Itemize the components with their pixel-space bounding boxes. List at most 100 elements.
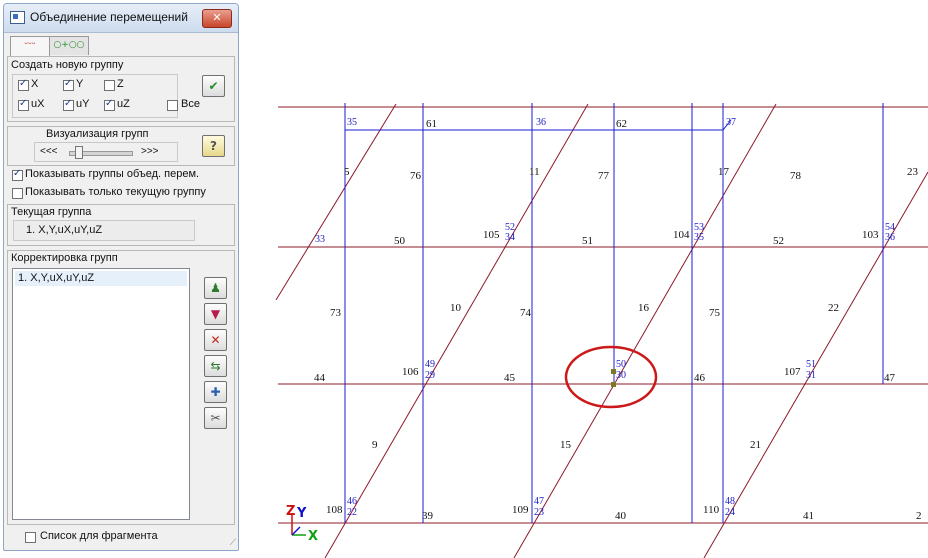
checkbox-y[interactable] bbox=[63, 78, 74, 91]
help-button[interactable]: ? bbox=[202, 135, 225, 157]
displacement-union-dialog: Объединение перемещений ✕ ᵕᵕᵕ ○+○○ Созда… bbox=[3, 3, 239, 551]
structural-model-view[interactable]: 61 62 5 76 11 77 17 78 23 50 105 51 104 … bbox=[270, 95, 928, 558]
member-label: 22 bbox=[828, 302, 839, 314]
member-label: 46 bbox=[694, 372, 706, 384]
member-label: 75 bbox=[709, 307, 721, 319]
axis-triad: Z Y X bbox=[286, 504, 318, 544]
tab-nodes[interactable]: ○+○○ bbox=[49, 36, 89, 55]
brush-icon[interactable]: ♟ bbox=[204, 277, 227, 299]
member-label: 105 bbox=[483, 229, 500, 241]
member-label: 9 bbox=[372, 439, 378, 451]
node-label: 33 bbox=[315, 234, 325, 245]
show-current-only-checkbox[interactable] bbox=[12, 188, 23, 199]
edit-icon[interactable]: ✂ bbox=[204, 407, 227, 429]
current-group-value: 1. X,Y,uX,uY,uZ bbox=[26, 224, 103, 236]
show-groups-checkbox[interactable] bbox=[12, 168, 23, 181]
node-label: 37 bbox=[726, 117, 736, 128]
checkbox-x[interactable] bbox=[18, 78, 29, 91]
fragment-list-checkbox[interactable] bbox=[25, 532, 36, 543]
current-group-field[interactable]: 1. X,Y,uX,uY,uZ bbox=[13, 220, 195, 241]
member-label: 11 bbox=[529, 166, 540, 178]
node-label: 36 bbox=[536, 117, 546, 128]
diagonal-line[interactable] bbox=[324, 103, 589, 558]
member-label: 45 bbox=[504, 372, 516, 384]
resize-grip-icon[interactable]: ⟋ bbox=[230, 538, 236, 548]
checkbox-all[interactable] bbox=[167, 100, 178, 111]
member-label: 73 bbox=[330, 307, 342, 319]
close-button[interactable]: ✕ bbox=[202, 9, 232, 28]
app-icon bbox=[10, 11, 25, 24]
y-axis-line bbox=[291, 526, 301, 536]
member-label: 39 bbox=[422, 510, 434, 522]
member-label: 74 bbox=[520, 307, 532, 319]
delete-icon[interactable]: ✕ bbox=[204, 329, 227, 351]
member-label: 76 bbox=[410, 170, 422, 182]
member-label: 110 bbox=[703, 504, 720, 516]
node-label: 23 bbox=[534, 507, 544, 518]
dialog-titlebar[interactable]: Объединение перемещений ✕ bbox=[4, 4, 238, 33]
member-label: 47 bbox=[884, 372, 896, 384]
member-labels: 61 62 5 76 11 77 17 78 23 50 105 51 104 … bbox=[314, 118, 922, 522]
checkbox-uy[interactable] bbox=[63, 98, 74, 111]
node-label: 51 bbox=[806, 359, 816, 370]
checkbox-all-label: Все bbox=[181, 98, 200, 110]
member-label: 51 bbox=[582, 235, 593, 247]
checkbox-ux-label: uX bbox=[31, 98, 45, 110]
checkbox-ux[interactable] bbox=[18, 98, 29, 111]
member-label: 77 bbox=[598, 170, 610, 182]
checkbox-x-label: X bbox=[31, 78, 39, 90]
axis-z-label: Z bbox=[286, 504, 295, 519]
node-label: 50 bbox=[616, 359, 626, 370]
member-label: 52 bbox=[773, 235, 784, 247]
node-label: 22 bbox=[347, 507, 357, 518]
slider-left-label[interactable]: <<< bbox=[40, 146, 58, 157]
highlight-circle bbox=[564, 345, 658, 409]
node-label: 30 bbox=[616, 370, 626, 381]
apply-checkmark-icon[interactable]: ✔ bbox=[202, 75, 225, 97]
diagonal-line[interactable] bbox=[275, 103, 397, 301]
checkbox-z-label: Z bbox=[117, 78, 124, 90]
member-label: 103 bbox=[862, 229, 879, 241]
checkbox-z[interactable] bbox=[104, 80, 115, 91]
move-icon[interactable]: ⇆ bbox=[204, 355, 227, 377]
node-label: 46 bbox=[347, 496, 357, 507]
member-label: 62 bbox=[616, 118, 627, 130]
member-label: 21 bbox=[750, 439, 761, 451]
node-label: 35 bbox=[347, 117, 357, 128]
dialog-title: Объединение перемещений bbox=[30, 10, 188, 24]
list-item[interactable]: 1. X,Y,uX,uY,uZ bbox=[15, 271, 187, 286]
create-group-title: Создать новую группу bbox=[11, 59, 124, 71]
node-label: 34 bbox=[505, 232, 515, 243]
checkbox-uz[interactable] bbox=[104, 98, 115, 111]
fragment-list-label: Список для фрагмента bbox=[40, 530, 158, 542]
checkbox-uy-label: uY bbox=[76, 98, 90, 110]
member-label: 107 bbox=[784, 366, 801, 378]
edit-groups-panel: Корректировка групп 1. X,Y,uX,uY,uZ ♟ ▼ … bbox=[7, 250, 235, 525]
node-label: 48 bbox=[725, 496, 735, 507]
current-group-panel: Текущая группа 1. X,Y,uX,uY,uZ bbox=[7, 204, 235, 246]
node-label: 31 bbox=[806, 370, 816, 381]
member-label: 106 bbox=[402, 366, 419, 378]
groups-list[interactable]: 1. X,Y,uX,uY,uZ bbox=[12, 268, 190, 520]
member-label: 17 bbox=[718, 166, 730, 178]
slider-right-label[interactable]: >>> bbox=[141, 146, 159, 157]
node-marker[interactable] bbox=[611, 369, 616, 374]
visualization-panel: Визуализация групп <<< >>> ? bbox=[7, 126, 235, 166]
visualization-slider-box: <<< >>> bbox=[34, 142, 178, 162]
current-group-title: Текущая группа bbox=[11, 206, 92, 218]
member-label: 23 bbox=[907, 166, 919, 178]
member-label: 78 bbox=[790, 170, 802, 182]
show-current-only-label: Показывать только текущую группу bbox=[25, 186, 206, 198]
add-icon[interactable]: ✚ bbox=[204, 381, 227, 403]
node-marker[interactable] bbox=[611, 382, 616, 387]
slider-thumb[interactable] bbox=[75, 146, 83, 159]
diagonal-line[interactable] bbox=[513, 103, 777, 558]
node-label: 29 bbox=[425, 370, 435, 381]
show-groups-label: Показывать группы объед. перем. bbox=[25, 168, 200, 180]
axis-x-label: X bbox=[308, 529, 318, 544]
visualization-title: Визуализация групп bbox=[46, 128, 149, 140]
filter-icon[interactable]: ▼ bbox=[204, 303, 227, 325]
node-label: 36 bbox=[885, 232, 895, 243]
member-label: 15 bbox=[560, 439, 572, 451]
tab-groups[interactable]: ᵕᵕᵕ bbox=[10, 36, 50, 56]
